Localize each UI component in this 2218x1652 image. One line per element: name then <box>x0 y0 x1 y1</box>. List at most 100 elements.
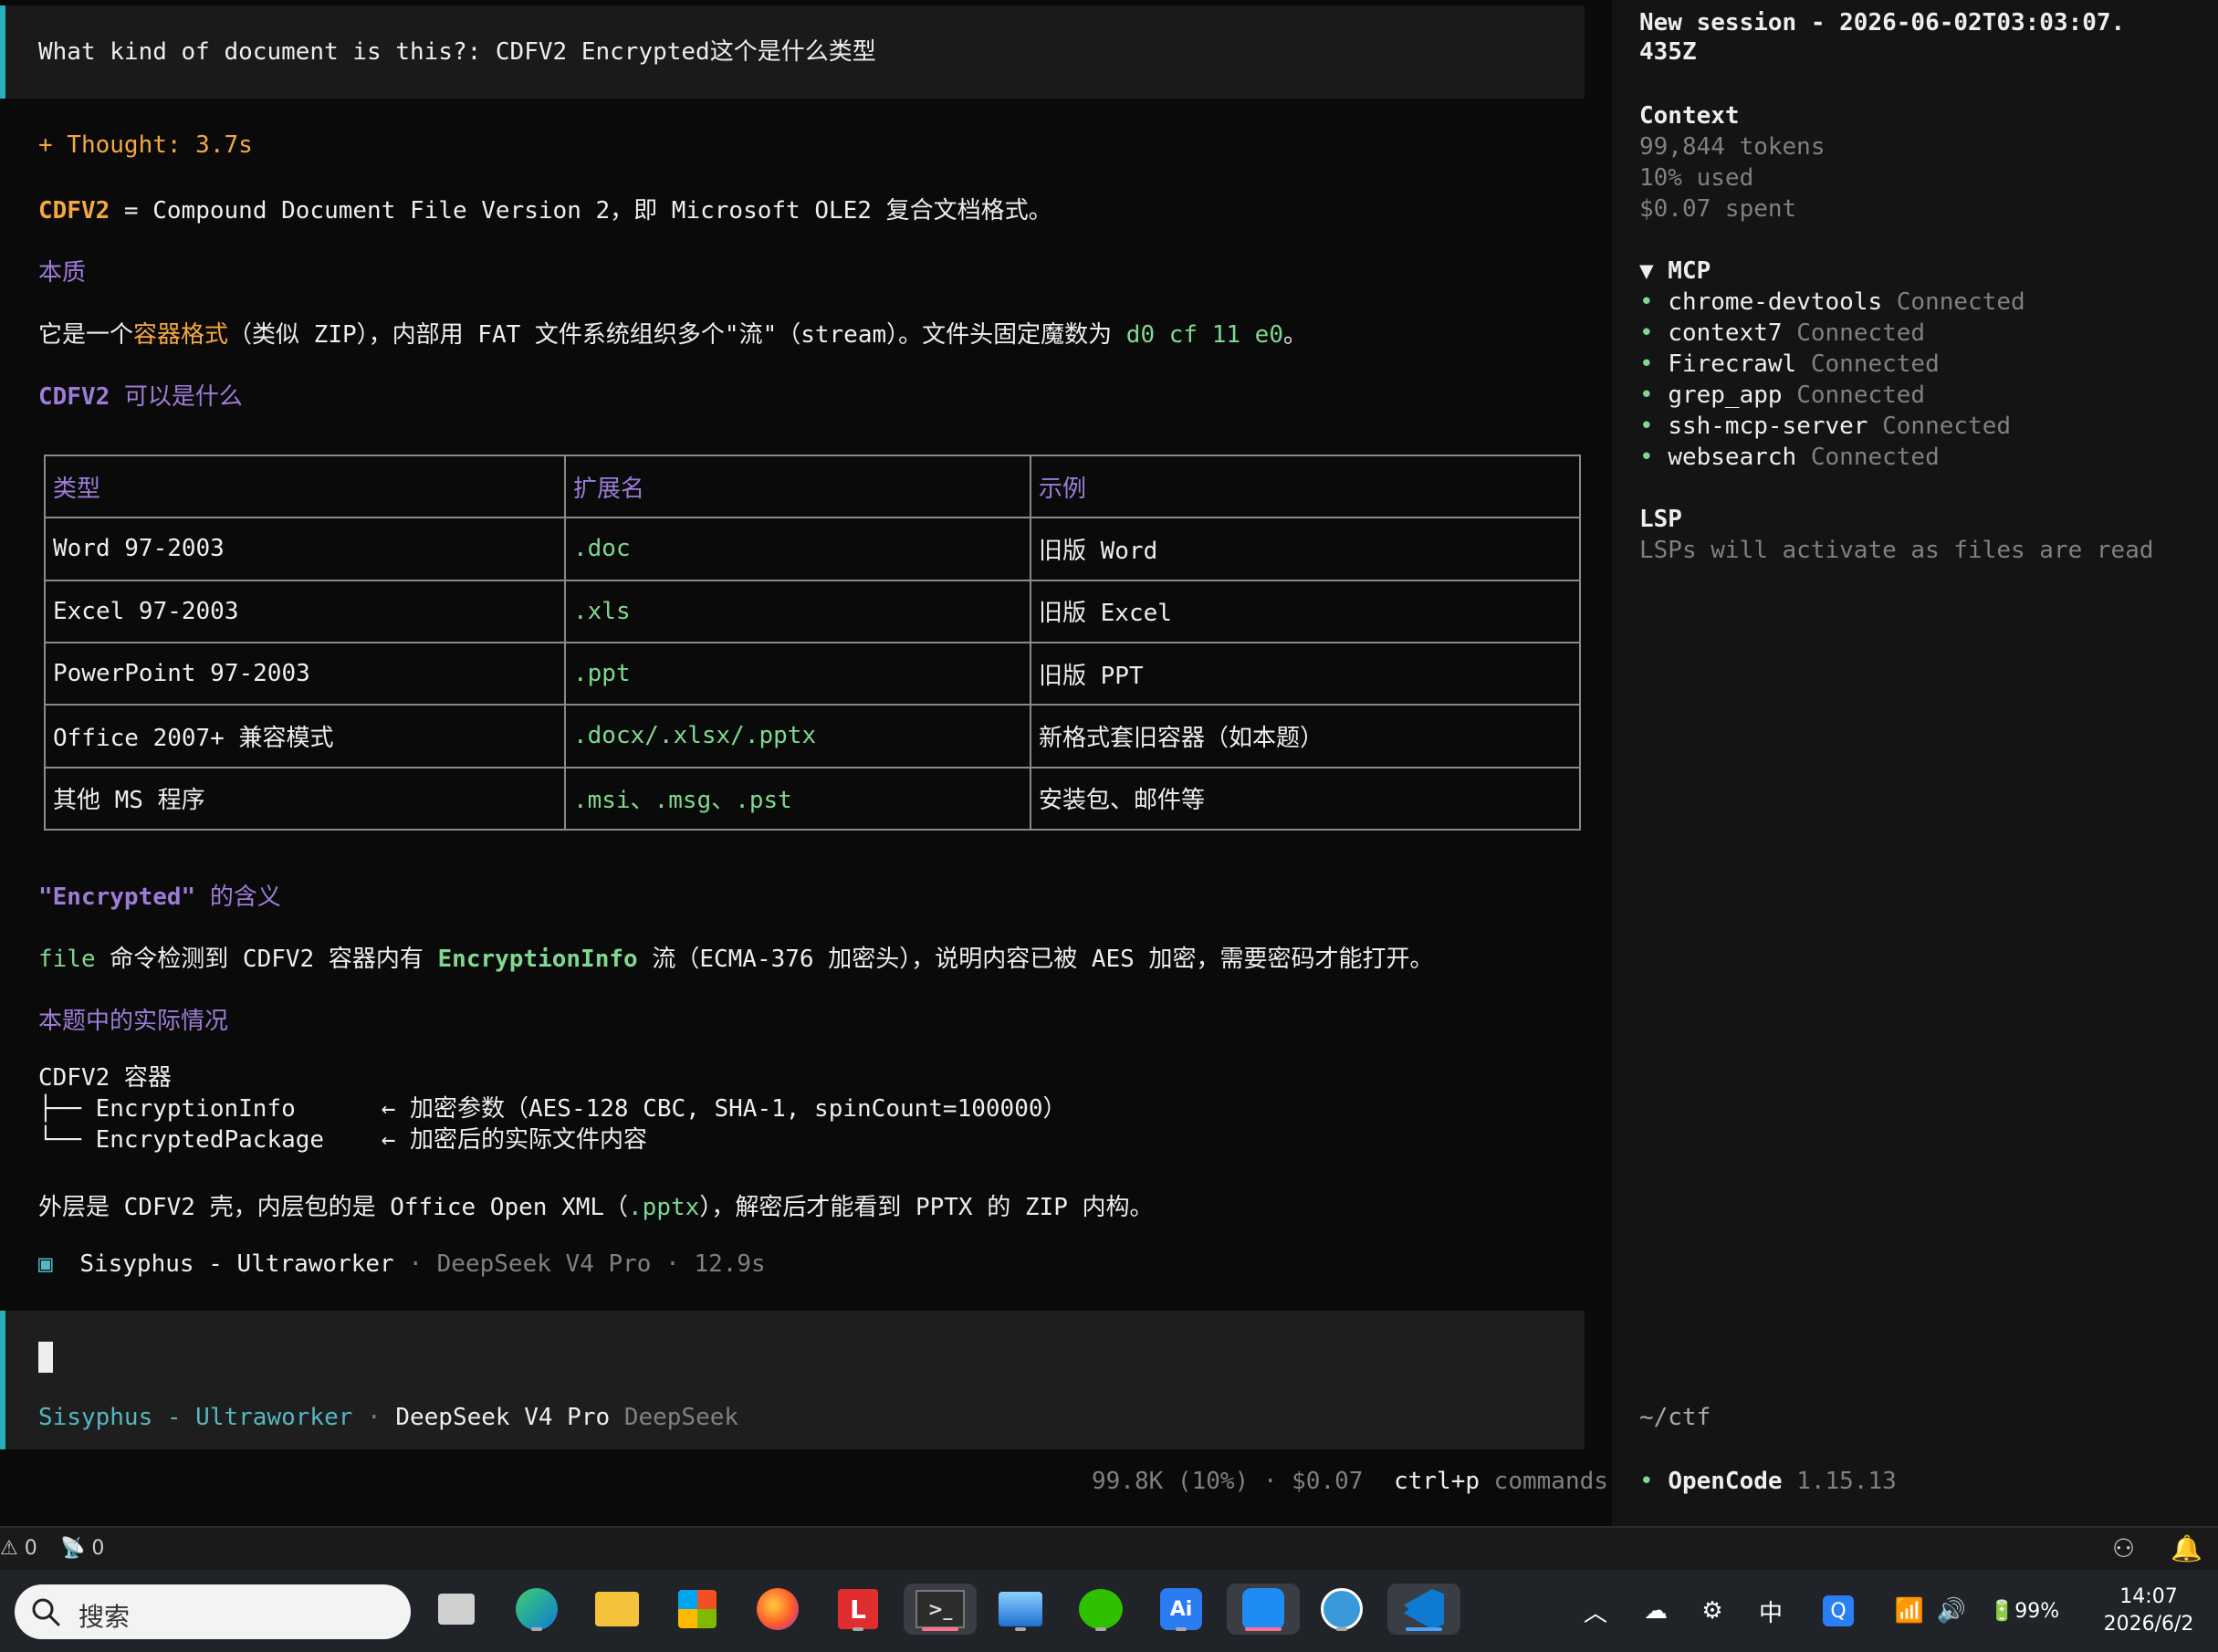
file-explorer-icon[interactable] <box>591 1584 643 1635</box>
intro-paragraph: CDFV2 = Compound Document File Version 2… <box>38 192 1052 225</box>
ime-indicator[interactable]: 中 <box>1749 1570 1793 1652</box>
heading-encrypted-rest: 的含义 <box>195 884 281 911</box>
conclusion-part2: ），解密后才能看到 PPTX 的 ZIP 内构。 <box>699 1194 1154 1221</box>
edge-browser-icon[interactable] <box>511 1584 562 1635</box>
token-usage: 99.8K (10%) <box>1092 1468 1250 1495</box>
vivaldi-icon[interactable] <box>1316 1584 1367 1635</box>
table-cell: 其他 MS 程序 <box>44 766 566 831</box>
tray-overflow-chevron-icon[interactable]: ︿ <box>1577 1570 1614 1652</box>
mcp-heading-toggle[interactable]: ▼ MCP <box>1639 256 2025 287</box>
battery-icon: 🔋 <box>1989 1599 2015 1623</box>
conclusion-paragraph: 外层是 CDFV2 壳，内层包的是 Office Open XML（.pptx）… <box>38 1188 1154 1222</box>
encrypted-part2: 流（ECMA-376 加密头），说明内容已被 AES 加密，需要密码才能打开。 <box>637 946 1434 973</box>
shortcut-key[interactable]: ctrl+p <box>1394 1468 1480 1495</box>
editor-status-bar: ⚠ 0 📡 0 ⚇ 🔔 <box>0 1526 2218 1570</box>
context-used: 10% used <box>1639 164 1754 192</box>
mcp-server-status: Connected <box>1882 413 2012 440</box>
user-message: What kind of document is this?: CDFV2 En… <box>0 5 1585 99</box>
footer-agent: Sisyphus - Ultraworker <box>79 1250 394 1278</box>
table-row: PowerPoint 97-2003 .ppt 旧版 PPT <box>44 641 1581 706</box>
mcp-server-item: • websearch Connected <box>1639 442 2025 473</box>
document-types-table: 类型 扩展名 示例 Word 97-2003 .doc 旧版 Word Exce… <box>44 454 1581 831</box>
footer-sep: · <box>408 1250 423 1278</box>
footer-time: 12.9s <box>694 1250 766 1278</box>
context-heading: Context <box>1639 102 1740 130</box>
heading-encrypted: "Encrypted" 的含义 <box>38 878 281 912</box>
battery-indicator[interactable]: 🔋 99% <box>1979 1570 2070 1652</box>
table-row: Excel 97-2003 .xls 旧版 Excel <box>44 579 1581 643</box>
prompt-input[interactable]: Sisyphus - Ultraworker · DeepSeek V4 Pro… <box>0 1311 1585 1449</box>
nature-suffix: 。 <box>1282 321 1307 349</box>
battery-percent: 99% <box>2014 1599 2060 1623</box>
lsp-status-text: LSPs will activate as files are read <box>1639 537 2154 564</box>
encryptioninfo-stream: EncryptionInfo <box>437 946 638 973</box>
agent-selector[interactable]: Sisyphus - Ultraworker <box>38 1404 352 1431</box>
status-dot-icon: • <box>1639 382 1654 409</box>
status-dot-icon: • <box>1639 319 1654 347</box>
monitor-chart-icon[interactable] <box>995 1584 1046 1635</box>
task-view-icon[interactable] <box>431 1584 482 1635</box>
chat-pane: What kind of document is this?: CDFV2 En… <box>0 0 1612 1526</box>
app-name: OpenCode <box>1668 1468 1783 1495</box>
footer-sep: · <box>665 1250 680 1278</box>
mcp-server-item: • context7 Connected <box>1639 318 2025 349</box>
problems-indicator[interactable]: ⚠ 0 <box>0 1537 37 1560</box>
table-cell: 旧版 PPT <box>1030 641 1581 706</box>
lark-l-icon[interactable]: L <box>832 1584 884 1635</box>
volume-icon[interactable]: 🔊 <box>1930 1570 1973 1652</box>
terminal-icon[interactable]: >_ <box>904 1584 977 1635</box>
table-cell: 旧版 Excel <box>1030 579 1581 643</box>
table-cell: .msi、.msg、.pst <box>564 766 1031 831</box>
mcp-server-status: Connected <box>1896 288 2025 316</box>
ai-app-icon[interactable]: Ai <box>1156 1584 1207 1635</box>
search-icon <box>32 1598 60 1626</box>
table-cell: Excel 97-2003 <box>44 579 566 643</box>
heading-actual: 本题中的实际情况 <box>38 1008 229 1035</box>
table-header: 扩展名 <box>564 454 1031 519</box>
encrypted-part1: 命令检测到 CDFV2 容器内有 <box>95 946 438 973</box>
mcp-server-name: Firecrawl <box>1668 350 1797 378</box>
file-command: file <box>38 946 96 973</box>
session-sidebar: New session - 2026-06-02T03:03:07. 435Z … <box>1612 0 2218 1526</box>
model-selector[interactable]: DeepSeek V4 Pro <box>395 1404 610 1431</box>
thought-toggle[interactable]: + Thought: 3.7s <box>38 131 253 159</box>
wechat-tray-icon[interactable]: ⚙ <box>1690 1570 1734 1652</box>
copilot-icon[interactable]: ⚇ <box>2112 1533 2135 1563</box>
ports-indicator[interactable]: 📡 0 <box>60 1537 104 1560</box>
table-cell: 新格式套旧容器（如本题） <box>1030 704 1581 768</box>
nature-paragraph: 它是一个容器格式（类似 ZIP），内部用 FAT 文件系统组织多个"流"（str… <box>38 316 1307 350</box>
table-header: 示例 <box>1030 454 1581 519</box>
working-directory: ~/ctf <box>1639 1404 1711 1431</box>
nature-highlight: 容器格式 <box>133 321 229 349</box>
wechat-icon[interactable] <box>1075 1584 1126 1635</box>
pptx-ext: .pptx <box>628 1194 700 1221</box>
q-app-tray-icon[interactable]: Q <box>1816 1570 1860 1652</box>
encrypted-paragraph: file 命令检测到 CDFV2 容器内有 EncryptionInfo 流（E… <box>38 940 1433 974</box>
table-row: Word 97-2003 .doc 旧版 Word <box>44 517 1581 581</box>
feishu-icon[interactable] <box>1227 1584 1300 1635</box>
lsp-heading: LSP <box>1639 506 1682 533</box>
cwd-path: ~/ctf <box>1639 1404 1711 1431</box>
mcp-server-item: • ssh-mcp-server Connected <box>1639 411 2025 442</box>
table-cell: .ppt <box>564 641 1031 706</box>
vscode-icon[interactable] <box>1387 1584 1460 1635</box>
taskbar-search[interactable]: 搜索 <box>15 1584 411 1639</box>
message-footer: ▣ Sisyphus - Ultraworker · DeepSeek V4 P… <box>38 1250 766 1278</box>
mcp-server-status: Connected <box>1796 382 1926 409</box>
table-cell: PowerPoint 97-2003 <box>44 641 566 706</box>
context-tokens: 99,844 tokens <box>1639 133 1826 161</box>
table-row: Office 2007+ 兼容模式 .docx/.xlsx/.pptx 新格式套… <box>44 704 1581 768</box>
wifi-icon[interactable]: 📶 <box>1888 1570 1931 1652</box>
search-placeholder: 搜索 <box>78 1602 131 1632</box>
bell-icon[interactable]: 🔔 <box>2171 1533 2202 1563</box>
onedrive-icon[interactable]: ☁ <box>1634 1570 1678 1652</box>
ms-store-icon[interactable] <box>672 1584 723 1635</box>
table-header: 类型 <box>44 454 566 519</box>
intro-rest: = Compound Document File Version 2，即 Mic… <box>110 197 1052 225</box>
table-row: 其他 MS 程序 .msi、.msg、.pst 安装包、邮件等 <box>44 766 1581 831</box>
mcp-server-name: ssh-mcp-server <box>1668 413 1868 440</box>
table-cell: 安装包、邮件等 <box>1030 766 1581 831</box>
firefox-icon[interactable] <box>752 1584 803 1635</box>
footer-model: DeepSeek V4 Pro <box>436 1250 652 1278</box>
clock[interactable]: 14:07 2026/6/2 <box>2087 1570 2211 1652</box>
